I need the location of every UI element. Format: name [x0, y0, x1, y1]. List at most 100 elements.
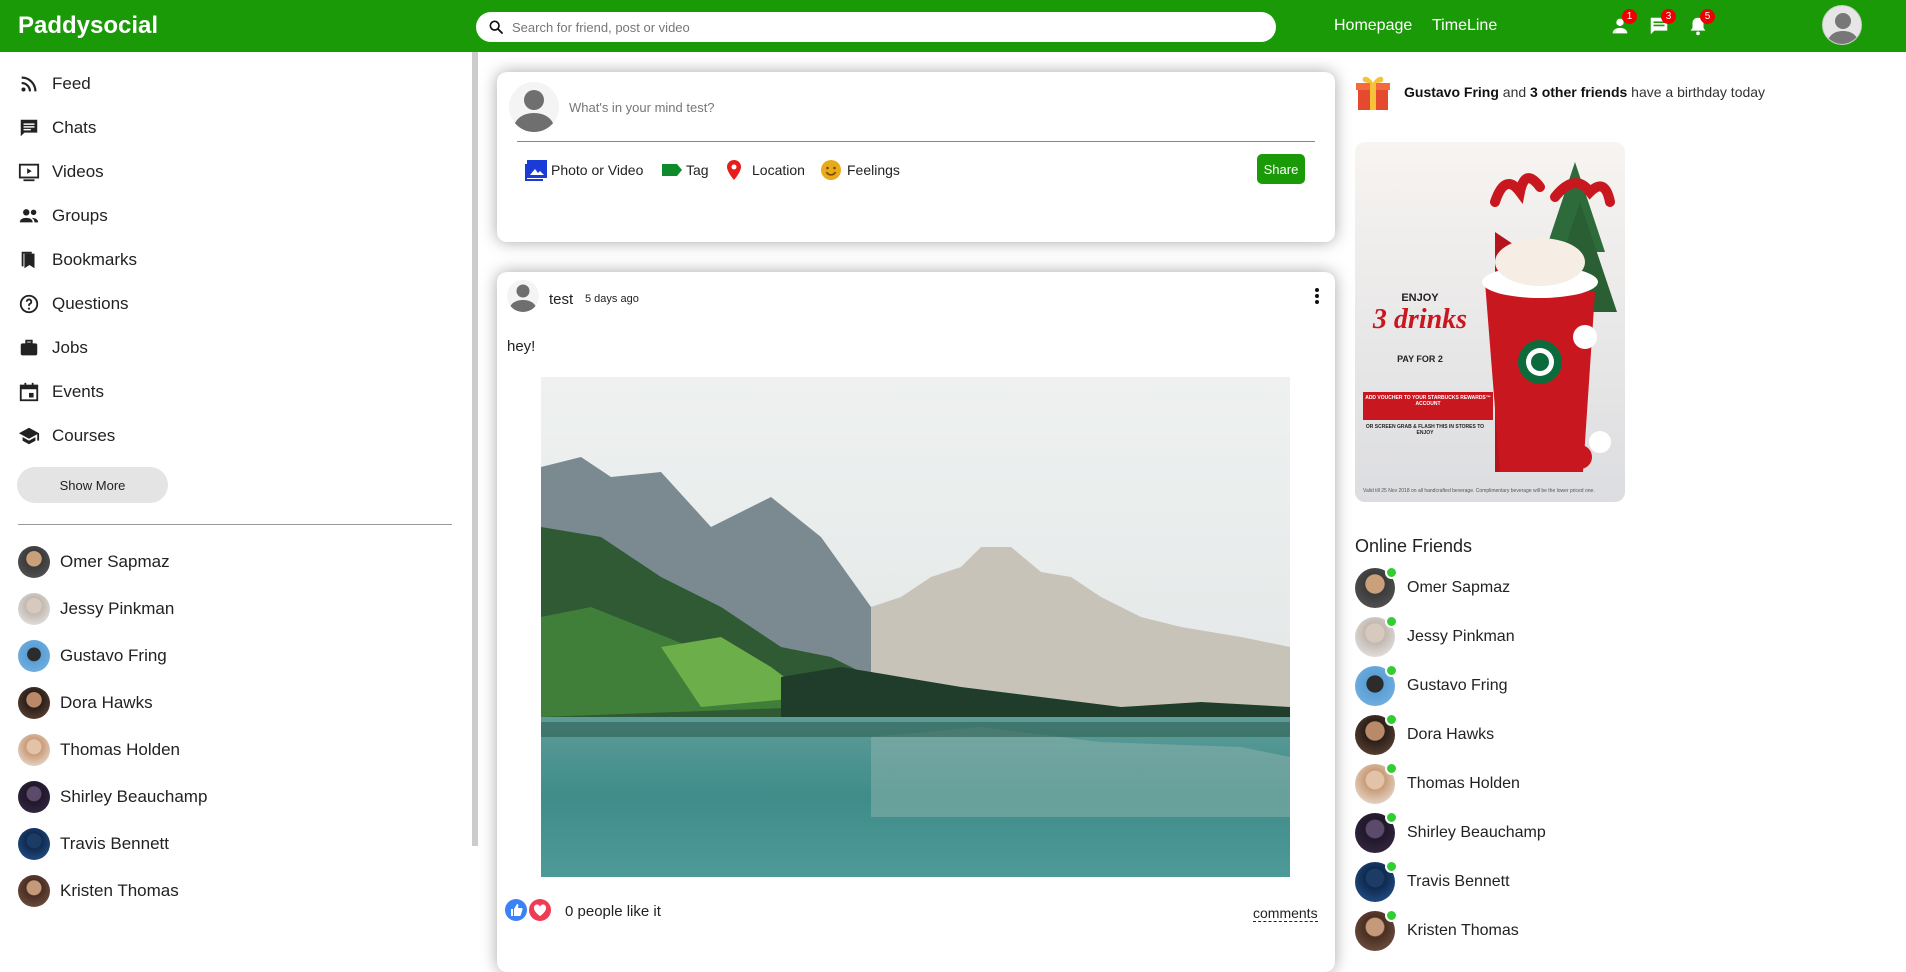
photo-video-option[interactable]: Photo or Video	[525, 158, 643, 182]
online-indicator	[1385, 713, 1398, 726]
notifications-badge: 5	[1700, 9, 1715, 24]
online-friend-item[interactable]: Dora Hawks	[1355, 713, 1495, 755]
show-more-button[interactable]: Show More	[17, 467, 168, 503]
like-count: 0 people like it	[565, 903, 661, 920]
online-friend-item[interactable]: Kristen Thomas	[1355, 909, 1519, 951]
homepage-link[interactable]: Homepage	[1334, 17, 1412, 35]
ad-text-drinks: 3 drinks	[1372, 304, 1468, 335]
online-indicator	[1385, 909, 1398, 922]
question-icon	[19, 294, 39, 314]
photo-icon	[525, 160, 547, 181]
sidebar-item-groups[interactable]: Groups	[18, 201, 108, 231]
calendar-icon	[19, 382, 39, 402]
notifications-button[interactable]: 5	[1685, 9, 1715, 38]
sidebar-item-label: Events	[52, 382, 104, 401]
sidebar-item-label: Jobs	[52, 338, 88, 357]
share-button[interactable]: Share	[1257, 154, 1305, 184]
avatar	[18, 875, 50, 907]
post-image[interactable]	[541, 377, 1290, 877]
video-icon	[18, 163, 40, 182]
friend-requests-button[interactable]: 1	[1607, 9, 1637, 38]
post-text: hey!	[507, 338, 536, 355]
messages-button[interactable]: 3	[1646, 9, 1676, 38]
friend-list-item[interactable]: Jessy Pinkman	[18, 593, 174, 625]
birthday-name[interactable]: Gustavo Fring	[1404, 84, 1499, 100]
comments-link[interactable]: comments	[1253, 905, 1318, 922]
rss-icon	[21, 76, 37, 92]
search-bar[interactable]	[476, 12, 1276, 42]
friend-name: Shirley Beauchamp	[1407, 824, 1546, 841]
sidebar-item-courses[interactable]: Courses	[18, 421, 115, 451]
avatar	[18, 687, 50, 719]
sidebar-item-label: Courses	[52, 426, 116, 445]
sidebar-item-label: Videos	[52, 162, 104, 181]
birthday-others[interactable]: 3 other friends	[1530, 84, 1627, 100]
friend-list-item[interactable]: Thomas Holden	[18, 734, 180, 766]
online-friend-item[interactable]: Gustavo Fring	[1355, 664, 1508, 706]
friend-name: Travis Bennett	[60, 834, 169, 853]
search-input[interactable]	[512, 19, 1252, 35]
friend-name: Gustavo Fring	[1407, 677, 1508, 694]
heart-icon[interactable]	[529, 899, 551, 921]
logo[interactable]: Paddysocial	[18, 12, 158, 40]
friend-list-item[interactable]: Kristen Thomas	[18, 875, 179, 907]
friend-list-item[interactable]: Omer Sapmaz	[18, 546, 170, 578]
sidebar-item-videos[interactable]: Videos	[18, 157, 104, 187]
tag-icon	[662, 164, 682, 176]
divider	[517, 141, 1315, 142]
friend-name: Jessy Pinkman	[1407, 628, 1515, 645]
ad-text-voucher: ADD VOUCHER TO YOUR STARBUCKS REWARDS™ A…	[1365, 395, 1491, 407]
divider	[18, 524, 452, 525]
sidebar-item-events[interactable]: Events	[18, 377, 104, 407]
online-friend-item[interactable]: Thomas Holden	[1355, 762, 1520, 804]
tag-option[interactable]: Tag	[660, 158, 709, 182]
location-option[interactable]: Location	[722, 158, 805, 182]
friend-list-item[interactable]: Gustavo Fring	[18, 640, 167, 672]
online-friend-item[interactable]: Omer Sapmaz	[1355, 566, 1511, 608]
avatar	[18, 781, 50, 813]
online-friend-item[interactable]: Shirley Beauchamp	[1355, 811, 1546, 853]
birthday-notice: Gustavo Fring and 3 other friends have a…	[1404, 84, 1766, 100]
profile-avatar[interactable]	[1822, 5, 1862, 45]
chat-icon	[20, 119, 38, 137]
sidebar-item-chats[interactable]: Chats	[18, 113, 96, 143]
avatar	[1355, 615, 1398, 657]
avatar[interactable]	[507, 280, 539, 312]
friend-name: Thomas Holden	[1407, 775, 1520, 792]
sidebar-item-bookmarks[interactable]: Bookmarks	[18, 245, 137, 275]
friend-name: Jessy Pinkman	[60, 599, 175, 618]
smiley-icon	[821, 160, 841, 180]
friend-list-item[interactable]: Dora Hawks	[18, 687, 153, 719]
sidebar-scrollbar[interactable]	[472, 52, 478, 846]
search-icon	[489, 20, 503, 34]
ad-banner[interactable]: Valid till 25 Nov 2018 on all handcrafte…	[1355, 142, 1625, 502]
online-friends-title: Online Friends	[1355, 536, 1473, 556]
avatar	[509, 82, 559, 132]
post-username[interactable]: test	[549, 291, 573, 308]
friend-list-item[interactable]: Shirley Beauchamp	[18, 781, 207, 813]
bookmark-icon	[21, 251, 35, 269]
online-friend-item[interactable]: Travis Bennett	[1355, 860, 1510, 902]
avatar	[1355, 566, 1398, 608]
friend-list-item[interactable]: Travis Bennett	[18, 828, 169, 860]
messages-badge: 3	[1661, 9, 1676, 24]
more-vert-icon[interactable]	[1307, 286, 1327, 306]
avatar	[18, 546, 50, 578]
sidebar-item-feed[interactable]: Feed	[18, 69, 91, 99]
svg-text:Valid till 25 Nov 2018 on all: Valid till 25 Nov 2018 on all handcrafte…	[1363, 488, 1595, 494]
sidebar-item-questions[interactable]: Questions	[18, 289, 129, 319]
like-icon[interactable]	[505, 899, 527, 921]
sidebar-item-jobs[interactable]: Jobs	[18, 333, 88, 363]
online-indicator	[1385, 860, 1398, 873]
avatar	[1355, 713, 1398, 755]
avatar	[1355, 909, 1398, 951]
default-avatar-icon	[1827, 13, 1859, 44]
friend-name: Omer Sapmaz	[1407, 579, 1511, 596]
friend-name: Dora Hawks	[60, 693, 153, 712]
post-input[interactable]	[569, 100, 1169, 115]
timeline-link[interactable]: TimeLine	[1432, 17, 1497, 35]
online-friend-item[interactable]: Jessy Pinkman	[1355, 615, 1515, 657]
friend-name: Dora Hawks	[1407, 726, 1495, 743]
feelings-option[interactable]: Feelings	[819, 158, 900, 182]
ad-text-pay: PAY FOR 2	[1397, 354, 1443, 364]
